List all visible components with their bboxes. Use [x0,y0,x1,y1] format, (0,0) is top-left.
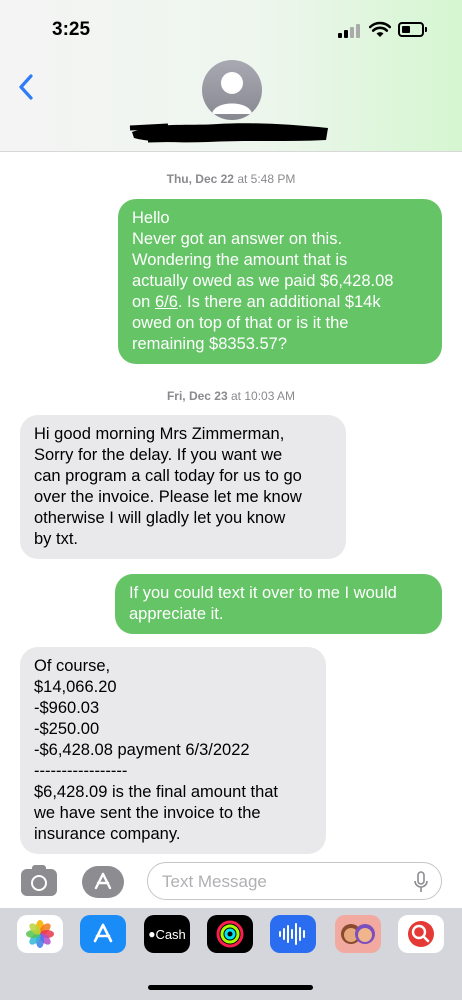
message-line: Hello [132,209,170,227]
message-line: over the invoice. Please let me know [34,488,302,506]
message-line: $14,066.20 [34,678,117,696]
person-icon [212,72,252,114]
message-line: can program a call today for us to go [34,467,302,485]
timestamp-day: Thu, Dec 22 [166,172,234,186]
battery-icon [398,22,427,37]
timestamp-time: at 10:03 AM [231,389,296,403]
message-line: we have sent the invoice to the [34,804,261,822]
message-line: Wondering the amount that is [132,251,348,269]
home-indicator[interactable] [148,985,313,990]
message-line: -$960.03 [34,699,100,717]
cellular-signal-icon [338,24,360,38]
received-message-bubble[interactable]: Hi good morning Mrs Zimmerman, Sorry for… [20,415,346,559]
received-message-bubble[interactable]: Of course, $14,066.20 -$960.03 -$250.00 … [20,647,326,854]
sent-message-bubble[interactable]: If you could text it over to me I would … [115,574,442,634]
fitness-activity-app-icon[interactable] [207,915,253,953]
date-link[interactable]: 6/6 [155,293,178,311]
contact-avatar[interactable] [202,60,262,120]
conversation-header: 3:25 [0,0,462,152]
message-line: Never got an answer on this. [132,230,343,248]
message-line: actually owed as we paid $6,428.08 [132,272,394,290]
message-line: on 6/6. Is there an additional $14k [132,292,428,313]
message-text: . Is there an additional $14k [177,293,381,311]
timestamp: Thu, Dec 22 at 5:48 PM [0,172,462,186]
message-line: otherwise I will gladly let you know [34,509,286,527]
wifi-icon [369,21,391,37]
message-line: Sorry for the delay. If you want we [34,446,283,464]
microphone-icon[interactable] [414,871,428,893]
message-line: insurance company. [34,825,181,843]
message-line: owed on top of that or is it the [132,314,349,332]
redacted-contact-name [129,123,328,143]
message-line: -$250.00 [34,720,100,738]
audio-message-app-icon[interactable] [270,915,316,953]
message-line: -$6,428.08 payment 6/3/2022 [34,741,250,759]
timestamp: Fri, Dec 23 at 10:03 AM [0,389,462,403]
camera-icon[interactable] [21,865,57,896]
message-input[interactable]: Text Message [147,862,442,900]
timestamp-day: Fri, Dec 23 [166,389,228,403]
apple-logo-icon: ● [148,927,156,941]
sent-message-bubble[interactable]: Hello Never got an answer on this. Wonde… [118,199,442,364]
message-line: by txt. [34,530,79,548]
message-line: $6,428.09 is the final amount that [34,783,279,801]
apple-cash-app-icon[interactable]: ● Cash [144,915,190,953]
timestamp-time: at 5:48 PM [237,172,296,186]
status-time: 3:25 [52,19,91,40]
message-placeholder: Text Message [162,872,267,891]
message-text: on [132,293,155,311]
cash-label: Cash [155,926,186,942]
app-store-icon[interactable] [82,866,124,898]
message-line: If you could text it over to me I would [129,584,397,602]
back-chevron-icon[interactable] [18,74,34,100]
message-line: Of course, [34,657,111,675]
message-line: ----------------- [34,762,128,780]
memoji-stickers-app-icon[interactable] [335,915,381,953]
app-store-app-icon[interactable] [80,915,126,953]
message-line: appreciate it. [129,605,224,623]
message-line: remaining $8353.57? [132,335,288,353]
photos-app-icon[interactable] [17,915,63,953]
web-search-images-app-icon[interactable] [398,915,444,953]
message-line: Hi good morning Mrs Zimmerman, [34,425,285,443]
